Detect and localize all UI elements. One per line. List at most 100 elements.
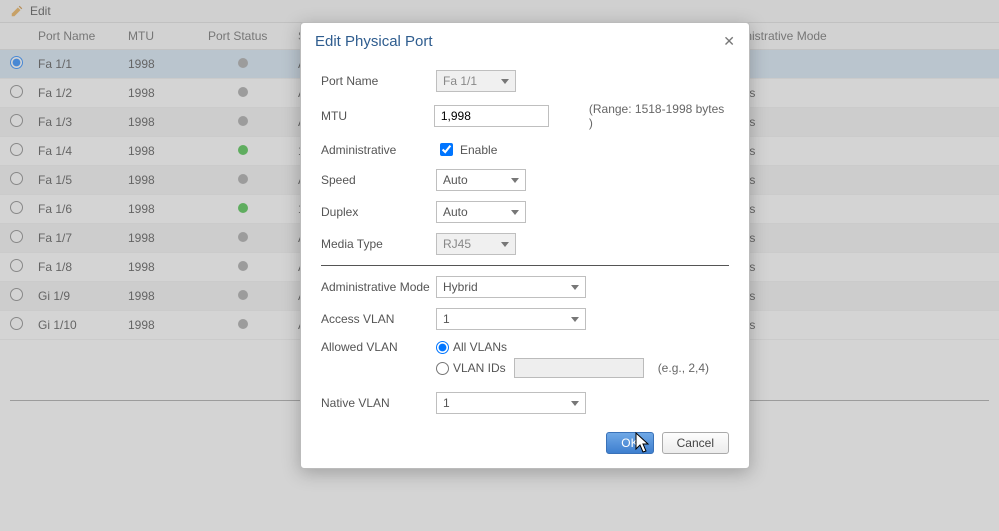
cell-status [198,166,288,195]
status-dot-icon [238,290,248,300]
label-allowed-vlan: Allowed VLAN [321,340,436,354]
cell-admin-mode: access [708,282,999,311]
allowed-vlan-all-radio[interactable] [436,341,449,354]
cell-port-name: Fa 1/5 [28,166,118,195]
label-admin-mode: Administrative Mode [321,280,436,294]
cell-port-name: Fa 1/8 [28,253,118,282]
status-dot-icon [238,116,248,126]
cell-mtu: 1998 [118,224,198,253]
cell-admin-mode: access [708,253,999,282]
allowed-vlan-ids-label: VLAN IDs [453,361,506,375]
edit-toolbar: Edit [0,0,999,23]
cell-admin-mode: access [708,311,999,340]
edit-physical-port-dialog: Edit Physical Port ✕ Port Name Fa 1/1 MT… [300,22,750,469]
label-media-type: Media Type [321,237,436,251]
chevron-down-icon [501,242,509,247]
cell-status [198,79,288,108]
cell-mtu: 1998 [118,108,198,137]
cell-status [198,253,288,282]
cell-port-name: Gi 1/10 [28,311,118,340]
row-radio[interactable] [10,317,23,330]
cell-port-name: Fa 1/6 [28,195,118,224]
status-dot-icon [238,203,248,213]
cell-status [198,224,288,253]
dialog-title: Edit Physical Port [315,33,433,50]
enable-checkbox[interactable] [440,143,453,156]
status-dot-icon [238,232,248,242]
ok-button[interactable]: OK [606,432,653,454]
cell-status [198,282,288,311]
status-dot-icon [238,87,248,97]
col-port-status: Port Status [198,23,288,50]
cell-admin-mode: hybrid [708,50,999,79]
label-administrative: Administrative [321,143,436,157]
vlan-ids-input[interactable] [514,358,644,378]
cancel-button[interactable]: Cancel [662,432,729,454]
label-native-vlan: Native VLAN [321,396,436,410]
vlan-ids-hint: (e.g., 2,4) [658,361,709,375]
cell-mtu: 1998 [118,137,198,166]
chevron-down-icon [571,317,579,322]
col-port-name: Port Name [28,23,118,50]
cell-mtu: 1998 [118,253,198,282]
cell-admin-mode: access [708,137,999,166]
label-mtu: MTU [321,109,434,123]
label-duplex: Duplex [321,205,436,219]
cell-status [198,108,288,137]
cell-mtu: 1998 [118,311,198,340]
admin-mode-select[interactable]: Hybrid [436,276,586,298]
cell-mtu: 1998 [118,166,198,195]
cell-port-name: Gi 1/9 [28,282,118,311]
mtu-hint: (Range: 1518-1998 bytes ) [589,102,729,130]
status-dot-icon [238,58,248,68]
label-access-vlan: Access VLAN [321,312,436,326]
divider [321,265,729,266]
cell-mtu: 1998 [118,282,198,311]
cell-admin-mode: access [708,79,999,108]
cell-status [198,195,288,224]
row-radio[interactable] [10,201,23,214]
media-type-select[interactable]: RJ45 [436,233,516,255]
cell-mtu: 1998 [118,50,198,79]
duplex-select[interactable]: Auto [436,201,526,223]
allowed-vlan-all-label: All VLANs [453,340,507,354]
row-radio[interactable] [10,56,23,69]
chevron-down-icon [511,210,519,215]
chevron-down-icon [501,79,509,84]
speed-select[interactable]: Auto [436,169,526,191]
chevron-down-icon [511,178,519,183]
row-radio[interactable] [10,288,23,301]
row-radio[interactable] [10,259,23,272]
close-icon[interactable]: ✕ [723,33,735,50]
mtu-input[interactable] [434,105,549,127]
status-dot-icon [238,145,248,155]
chevron-down-icon [571,401,579,406]
cell-mtu: 1998 [118,195,198,224]
row-radio[interactable] [10,230,23,243]
native-vlan-select[interactable]: 1 [436,392,586,414]
cell-admin-mode: access [708,166,999,195]
col-admin-mode: Administrative Mode [708,23,999,50]
row-radio[interactable] [10,114,23,127]
status-dot-icon [238,261,248,271]
row-radio[interactable] [10,172,23,185]
enable-label: Enable [460,143,497,157]
chevron-down-icon [571,285,579,290]
port-name-select[interactable]: Fa 1/1 [436,70,516,92]
cell-port-name: Fa 1/4 [28,137,118,166]
cell-port-name: Fa 1/2 [28,79,118,108]
status-dot-icon [238,319,248,329]
cell-port-name: Fa 1/1 [28,50,118,79]
row-radio[interactable] [10,85,23,98]
row-radio[interactable] [10,143,23,156]
label-speed: Speed [321,173,436,187]
access-vlan-select[interactable]: 1 [436,308,586,330]
cell-admin-mode: access [708,195,999,224]
cell-admin-mode: access [708,224,999,253]
allowed-vlan-ids-radio[interactable] [436,362,449,375]
cell-admin-mode: access [708,108,999,137]
pencil-icon [10,4,24,18]
cell-mtu: 1998 [118,79,198,108]
cell-status [198,311,288,340]
edit-label[interactable]: Edit [30,4,51,18]
